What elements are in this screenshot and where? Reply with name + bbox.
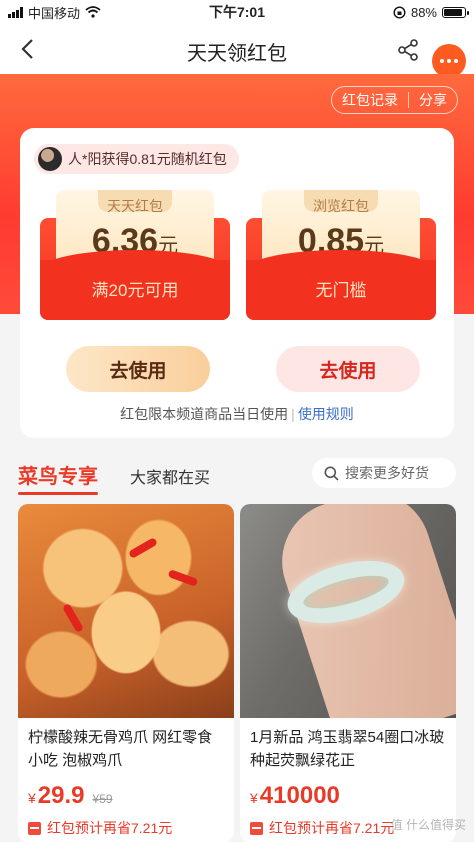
use-browse-coupon-button[interactable]: 去使用: [276, 346, 420, 392]
usage-note: 红包限本频道商品当日使用 | 使用规则: [120, 406, 354, 422]
search-input[interactable]: 搜索更多好货: [312, 458, 456, 488]
share-button[interactable]: [392, 34, 424, 66]
status-bar: 中国移动 下午7:01 88%: [0, 0, 474, 24]
more-button[interactable]: [432, 44, 466, 78]
search-icon: [324, 466, 339, 481]
share-icon: [398, 39, 418, 61]
product-title: 柠檬酸辣无骨鸡爪 网红零食小吃 泡椒鸡爪: [28, 729, 213, 769]
product-coupon: 红包预计再省7.21元: [28, 818, 172, 838]
product-title: 1月新品 鸿玉翡翠54圈口冰玻种起荧飘绿花正: [250, 729, 445, 769]
search-placeholder: 搜索更多好货: [345, 465, 429, 481]
coupon-record-link[interactable]: 红包记录: [332, 87, 408, 113]
coupon-icon: [250, 821, 263, 835]
usage-rules-link[interactable]: 使用规则: [298, 406, 354, 422]
orientation-lock-icon: [393, 5, 406, 19]
product-price: ¥ 29.9 ¥59: [28, 782, 113, 809]
envelope-daily[interactable]: 天天红包 6.36元 满20元可用: [40, 190, 230, 320]
back-button[interactable]: [12, 34, 42, 64]
winner-ticker: 人*阳获得0.81元随机红包: [34, 144, 239, 174]
status-time: 下午7:01: [208, 4, 266, 20]
battery-percent: 88%: [410, 4, 437, 20]
product-price: ¥ 410000: [250, 782, 340, 809]
watermark: 值 什么值得买: [390, 818, 466, 832]
tab-cainiao-exclusive[interactable]: 菜鸟专享: [18, 460, 98, 495]
nav-bar: 天天领红包: [0, 24, 474, 78]
product-image: [240, 504, 456, 718]
more-dots-icon: [440, 59, 444, 63]
tab-everyone-buying[interactable]: 大家都在买: [130, 464, 210, 488]
envelope-condition: 无门槛: [315, 281, 367, 300]
chevron-left-icon: [21, 39, 33, 59]
battery-icon: [442, 6, 469, 18]
carrier-label: 中国移动: [28, 5, 81, 21]
envelope-label: 天天红包: [107, 198, 163, 214]
coupon-card: 人*阳获得0.81元随机红包 天天红包 6.36元 满20元可用 浏览红包 0.…: [20, 128, 454, 438]
section-header: 菜鸟专享 大家都在买 搜索更多好货: [0, 452, 474, 495]
product-coupon: 红包预计再省7.21元: [250, 818, 394, 838]
original-price: ¥59: [92, 792, 113, 806]
use-daily-coupon-button[interactable]: 去使用: [66, 346, 210, 392]
product-image: [18, 504, 234, 718]
signal-icon: [8, 6, 23, 18]
envelope-condition: 满20元可用: [91, 281, 179, 300]
avatar: [38, 147, 62, 171]
envelope-label: 浏览红包: [313, 198, 369, 214]
hero-tabs: 红包记录 分享: [331, 86, 458, 114]
envelope-browse[interactable]: 浏览红包 0.85元 无门槛: [246, 190, 436, 320]
product-card[interactable]: 1月新品 鸿玉翡翠54圈口冰玻种起荧飘绿花正 ¥ 410000 红包预计再省7.…: [240, 504, 456, 842]
coupon-icon: [28, 821, 41, 835]
share-link[interactable]: 分享: [409, 87, 457, 113]
winner-text: 人*阳获得0.81元随机红包: [68, 151, 227, 167]
product-card[interactable]: 柠檬酸辣无骨鸡爪 网红零食小吃 泡椒鸡爪 ¥ 29.9 ¥59 红包预计再省7.…: [18, 504, 234, 842]
wifi-icon: [85, 6, 101, 18]
